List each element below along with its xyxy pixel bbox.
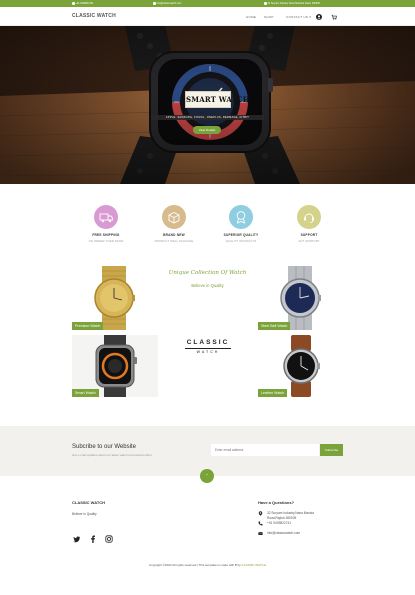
feature-superior-quality: SUPERIOR QUALITY QUALITY PRODUCTS [211,205,271,243]
product-label: Smart Watch [72,389,99,397]
copyright-brand-link[interactable]: CLASSIC WATCH [242,563,266,567]
feature-subtitle: QUALITY PRODUCTS [225,240,257,243]
feature-title: SUPERIOR QUALITY [223,233,259,237]
nav-home[interactable]: HOME [246,15,256,19]
view-details-button[interactable]: View Details [193,126,221,134]
smart-watch-image [95,335,137,397]
twitter-icon[interactable] [73,535,81,543]
nav-contact[interactable]: CONTACT US ▾ [286,15,311,19]
facebook-icon[interactable] [89,535,97,543]
logo-line1: CLASSIC [186,339,230,346]
heart-icon: ♥ [235,563,237,567]
collection-subtitle: Believe in Quality [191,283,224,288]
footer-address-line1: 32 Suryam Industry,Nana Mavisa [267,511,314,515]
footer-phone[interactable]: +91 9409822741 [267,521,291,525]
feature-subtitle: 24/7 SUPPORT [298,240,320,243]
classic-watch-logo: CLASSIC WATCH [183,339,233,354]
leather-watch-image [283,335,320,397]
truck-icon [94,205,118,229]
phone-icon [72,2,75,5]
cart-icon[interactable] [331,14,337,20]
footer-brand: CLASSIC WATCH [72,500,106,505]
newsletter-title: Subcribe to our Website [72,444,136,450]
steel-belt-watch-image [280,266,321,330]
collection-title: Unique Collection Of Watch [168,270,247,276]
user-icon[interactable] [316,13,322,20]
mail-icon [258,531,263,535]
location-icon [258,511,263,516]
award-icon [229,205,253,229]
footer-tagline: Believe in Quality [72,512,97,516]
feature-free-shipping: FREE SHIPPING ON ORDER OVER $1000 [76,205,136,243]
hero-title: SMART WATCH [185,91,249,108]
feature-brand-new: BRAND NEW PRODUCT WELL PACKAGE [144,205,204,243]
instagram-icon[interactable] [105,535,113,543]
product-label: Steel Belt Watch [258,322,291,330]
feature-support: SUPPORT 24/7 SUPPORT [279,205,339,243]
support-icon [297,205,321,229]
footer-address-line2: Road,Rajkot-360005 [267,516,297,520]
subscribe-button[interactable]: Subscribe [320,444,343,456]
hero-subtitle: APPLE, SAMSUNG, FOSSIL, ONEPLUS, REDMAGE… [151,115,264,120]
brand-logo[interactable]: CLASSIC WATCH [72,13,116,19]
copyright-prefix: Copyright ©2023 All rights reserved | Th… [149,563,235,567]
newsletter-subtitle: Get e-mail updates about our latest watc… [72,453,152,457]
nav-shop[interactable]: SHOP [264,15,274,19]
feature-subtitle: PRODUCT WELL PACKAGE [154,240,194,243]
topbar-address: 32 Suryam Industry Nana Mavisha Road, 36… [264,2,320,5]
logo-line2: WATCH [196,349,220,354]
premium-watch-image [94,266,135,330]
mail-icon [153,2,156,5]
footer-questions-title: Have a Questions? [258,500,295,505]
main-navbar: CLASSIC WATCH HOME SHOP CONTACT US ▾ [0,7,415,26]
feature-title: SUPPORT [300,233,318,237]
feature-title: FREE SHIPPING [92,233,120,237]
product-label: Leather Watch [258,389,288,397]
feature-subtitle: ON ORDER OVER $1000 [88,240,124,243]
nav-contact-label: CONTACT US [286,15,309,19]
phone-icon [258,521,263,526]
hero-banner: SMART WATCH APPLE, SAMSUNG, FOSSIL, ONEP… [0,26,415,184]
copyright-by: by [237,563,241,567]
email-input[interactable] [211,444,319,456]
top-contact-bar: +91 9409822741 info@classicwatch.com 32 … [0,0,415,7]
topbar-email[interactable]: info@classicwatch.com [153,2,181,5]
product-leather-watch[interactable]: Leather Watch [258,335,344,397]
box-icon [162,205,186,229]
product-steel-belt-watch[interactable]: Steel Belt Watch [258,266,344,330]
back-to-top-button[interactable]: ⌃ [200,469,214,483]
feature-title: BRAND NEW [163,233,185,237]
copyright-text: Copyright ©2023 All rights reserved | Th… [0,563,415,567]
footer-email[interactable]: info@classicwatch.com [267,531,300,535]
topbar-phone[interactable]: +91 9409822741 [72,2,94,5]
product-premium-watch[interactable]: Premium Watch [72,266,158,330]
product-smart-watch[interactable]: Smart Watch [72,335,158,397]
product-label: Premium Watch [72,322,104,330]
logo-divider [185,348,231,349]
location-icon [264,2,267,5]
